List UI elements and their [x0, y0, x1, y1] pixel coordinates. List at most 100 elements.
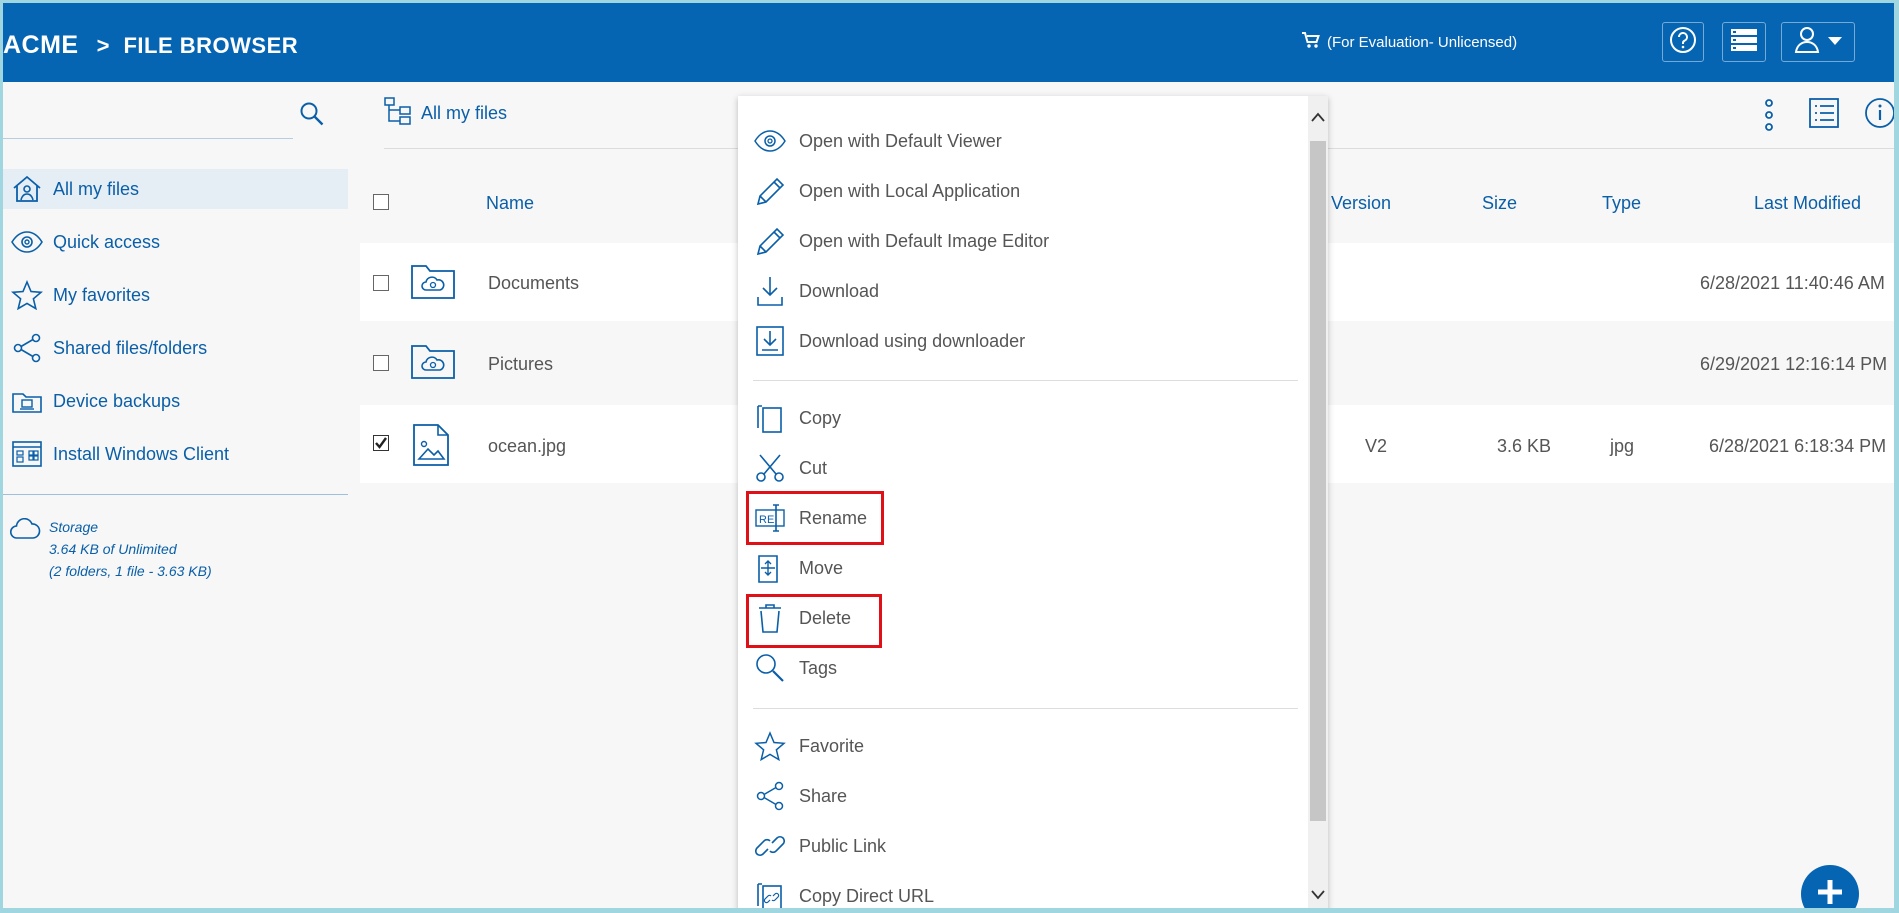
sidebar-item-all-files[interactable]: All my files [3, 169, 348, 209]
menu-divider [753, 380, 1298, 381]
page-title: FILE BROWSER [123, 32, 299, 58]
context-menu: Open with Default Viewer Open with Local… [738, 96, 1328, 908]
sidebar-item-device-backups[interactable]: Device backups [3, 381, 348, 421]
column-header-version[interactable]: Version [1331, 193, 1391, 214]
cloud-folder-icon [410, 260, 456, 305]
top-bar: ACME > FILE BROWSER (For Evaluation- Unl… [3, 3, 1894, 82]
sidebar-item-install-client[interactable]: Install Windows Client [3, 434, 348, 474]
menu-item-label: Share [799, 785, 848, 806]
sidebar-item-label: My favorites [53, 284, 151, 305]
menu-item-label: Open with Default Viewer [799, 130, 1002, 151]
menu-item-label: Copy [799, 407, 842, 428]
row-checkbox[interactable] [373, 275, 389, 291]
column-header-size[interactable]: Size [1482, 193, 1517, 214]
help-button[interactable] [1662, 22, 1704, 62]
menu-item-open-default-viewer[interactable]: Open with Default Viewer [753, 121, 1002, 161]
info-icon[interactable] [1863, 97, 1894, 134]
user-menu-button[interactable] [1781, 22, 1855, 62]
menu-item-share[interactable]: Share [753, 776, 847, 816]
menu-item-label: Public Link [799, 835, 887, 856]
copy-link-icon [753, 879, 787, 908]
sidebar-item-label: Quick access [53, 231, 161, 252]
menu-item-label: Tags [799, 657, 838, 678]
server-icon [1729, 27, 1759, 58]
sidebar-item-label: All my files [53, 178, 140, 199]
menu-item-move[interactable]: Move [753, 548, 843, 588]
sidebar-item-shared[interactable]: Shared files/folders [3, 328, 348, 368]
scroll-up-icon[interactable] [1310, 110, 1326, 128]
servers-button[interactable] [1722, 22, 1766, 62]
search-input[interactable] [3, 107, 292, 137]
file-name[interactable]: Documents [488, 273, 579, 294]
menu-item-tags[interactable]: Tags [753, 648, 837, 688]
file-name[interactable]: ocean.jpg [488, 436, 566, 457]
menu-item-label: Cut [799, 457, 828, 478]
license-text: (For Evaluation- Unlicensed) [1327, 33, 1518, 51]
file-name[interactable]: Pictures [488, 354, 553, 375]
eye-icon [753, 124, 787, 158]
copy-icon [753, 401, 787, 435]
select-all-checkbox[interactable] [373, 194, 389, 210]
storage-info: Storage 3.64 KB of Unlimited (2 folders,… [9, 516, 212, 582]
menu-item-label: Move [799, 557, 844, 578]
menu-item-label: Download [799, 280, 880, 301]
download-icon [753, 274, 787, 308]
menu-item-copy[interactable]: Copy [753, 398, 841, 438]
search-underline [3, 138, 293, 139]
sidebar-item-label: Shared files/folders [53, 337, 208, 358]
menu-divider [753, 708, 1298, 709]
magnifier-icon [753, 651, 787, 685]
menu-item-favorite[interactable]: Favorite [753, 726, 864, 766]
brand-logo[interactable]: ACME [3, 31, 79, 60]
storage-used: 3.64 KB of Unlimited [49, 541, 177, 557]
menu-item-label: Favorite [799, 735, 865, 756]
menu-item-public-link[interactable]: Public Link [753, 826, 886, 866]
add-button[interactable] [1801, 865, 1859, 908]
column-header-type[interactable]: Type [1602, 193, 1641, 214]
column-header-name[interactable]: Name [486, 193, 534, 214]
file-version: V2 [1365, 436, 1388, 456]
user-icon [1793, 25, 1827, 60]
menu-item-copy-direct-url[interactable]: Copy Direct URL [753, 876, 934, 908]
cloud-folder-icon [410, 340, 456, 385]
highlight-rename [746, 491, 884, 545]
sidebar-item-quick-access[interactable]: Quick access [3, 222, 348, 262]
menu-item-label: Download using downloader [799, 330, 1026, 351]
sidebar-item-favorites[interactable]: My favorites [3, 275, 348, 315]
menu-item-download[interactable]: Download [753, 271, 879, 311]
more-options-icon[interactable] [1764, 98, 1774, 137]
backup-icon [9, 388, 45, 414]
license-link[interactable]: (For Evaluation- Unlicensed) [1301, 31, 1517, 53]
help-icon [1668, 25, 1698, 60]
menu-item-cut[interactable]: Cut [753, 448, 827, 488]
search-icon[interactable] [299, 101, 325, 132]
column-header-last-modified[interactable]: Last Modified [1754, 193, 1861, 214]
sidebar-item-label: Install Windows Client [53, 443, 230, 464]
breadcrumb: ACME > FILE BROWSER [3, 31, 298, 60]
scissors-icon [753, 451, 787, 485]
file-modified: 6/29/2021 12:16:14 PM [1700, 354, 1888, 374]
menu-item-label: Copy Direct URL [799, 885, 935, 906]
menu-item-open-local-app[interactable]: Open with Local Application [753, 171, 1020, 211]
file-modified: 6/28/2021 11:40:46 AM [1700, 273, 1885, 293]
scroll-down-icon[interactable] [1310, 888, 1326, 906]
menu-item-download-downloader[interactable]: Download using downloader [753, 321, 1025, 361]
menu-item-label: Open with Local Application [799, 180, 1021, 201]
home-user-icon [9, 174, 45, 204]
cloud-icon [9, 517, 41, 582]
list-view-icon[interactable] [1808, 97, 1840, 134]
highlight-delete [746, 594, 882, 648]
image-file-icon [411, 423, 451, 472]
move-icon [753, 551, 787, 585]
menu-scrollbar-thumb[interactable] [1310, 141, 1326, 821]
downloader-icon [753, 324, 787, 358]
storage-summary: (2 folders, 1 file - 3.63 KB) [49, 563, 212, 579]
location-breadcrumb[interactable]: All my files [383, 96, 507, 131]
menu-item-open-image-editor[interactable]: Open with Default Image Editor [753, 221, 1049, 261]
sidebar-divider [3, 494, 348, 495]
share-icon [753, 779, 787, 813]
row-checkbox-checked[interactable] [373, 435, 389, 451]
plus-icon [1815, 877, 1845, 909]
row-checkbox[interactable] [373, 355, 389, 371]
eye-icon [9, 231, 45, 253]
